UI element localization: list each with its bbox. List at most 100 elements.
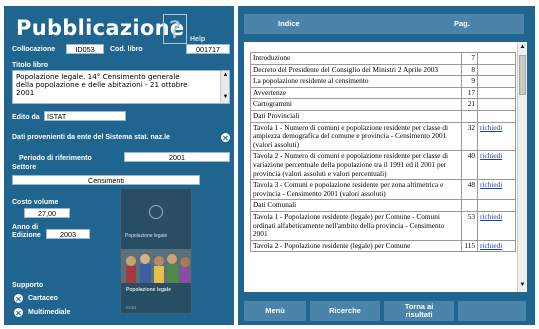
richiedi-link [477,52,516,65]
cover-footer: ISTAT [126,305,137,310]
row-title: La popolazione residente al censimento [249,75,463,88]
index-panel: Indice Pag. Introduzione 7 Decreto del Pre… [238,6,535,325]
page-title: Pubblicazione [16,16,185,40]
titolo-line: della popolazione e delle abitazioni - 2… [16,80,188,90]
richiedi-link[interactable]: richiedi [477,239,516,253]
index-scrollbar[interactable]: ▲ ▼ [517,42,527,292]
row-title: Avvertenze [249,86,463,100]
richiedi-link[interactable]: richiedi [477,179,516,201]
titolo-label: Titolo libro [12,62,49,69]
torna-risultati-button[interactable]: Torna ai risultati [384,301,454,321]
cartaceo-label: Cartaceo [28,295,58,302]
row-title: Tavola 1 - Popolazione residente (legale… [249,210,463,241]
richiedi-link[interactable]: richiedi [477,150,516,181]
row-page: 7 [461,52,479,65]
scroll-down-icon[interactable]: ▼ [222,94,229,101]
collocazione-label: Collocazione [12,46,56,53]
istat-emblem-icon [149,205,163,219]
multimediale-label: Multimediale [28,309,71,316]
row-page: 32 [461,121,479,152]
table-row: Tavola 1 - Popolazione residente (legale… [249,210,516,241]
indice-header: Indice [278,19,300,28]
table-row: Cartogrammi 21 [249,98,516,111]
titolo-textarea[interactable]: Popolazione legale. 14° Censimento gener… [12,70,230,104]
cod-libro-field: 001717 [186,44,230,54]
cod-libro-label: Cod. libro [110,46,143,53]
row-page: 53 [461,210,479,241]
settore-label: Settore [12,164,37,171]
cartaceo-checkbox[interactable] [14,294,23,303]
richiedi-link[interactable]: richiedi [477,210,516,241]
titolo-scrollbar[interactable]: ▲ ▼ [220,71,229,103]
table-row: Dati Comunali [249,199,516,212]
anno-label-line2: Edizione [12,232,41,239]
table-row: Tavola 1 - Numero di comuni e popolazion… [249,121,516,152]
sistan-label: Dati provenienti da ente del Sistema sta… [12,134,170,141]
row-title: Tavola 3 - Comuni e popolazione resident… [249,179,463,201]
row-title: Introduzione [249,52,463,65]
app-window: Pubblicazione ? Help Collocazione ID053 … [0,0,539,329]
table-row: Tavola 2 - Popolazione residente (legale… [249,239,516,253]
menu-button[interactable]: Menù [244,301,306,321]
table-row: Dati Provinciali [249,109,516,123]
cover-subtitle: Popolazione legale [126,287,172,293]
costo-field: 27,00 [24,208,70,218]
titolo-line: 2001 [16,88,35,98]
row-page: 40 [461,150,479,181]
index-table: Introduzione 7 Decreto del Presidente del … [249,52,516,253]
anno-label-line1: Anno di [12,224,39,231]
collocazione-field: ID053 [66,44,104,54]
pag-header: Pag. [454,19,470,28]
row-title: Tavola 2 - Numero di comuni e popolazion… [249,150,463,181]
row-page: 21 [461,98,479,111]
bottom-nav: Menù Ricerche Torna ai risultati [238,297,535,325]
publication-detail-panel: Pubblicazione ? Help Collocazione ID053 … [4,6,234,325]
richiedi-link [477,75,516,88]
torna-label-line2: risultati [405,310,433,319]
row-page: 48 [461,179,479,201]
index-header-bar: Indice Pag. [244,14,524,34]
row-title: Decreto del Presidente del Consiglio dei… [249,63,463,77]
table-row: Decreto del Presidente del Consiglio dei… [249,63,516,77]
table-row: Tavola 2 - Numero di comuni e popolazion… [249,150,516,181]
row-page [461,199,479,212]
richiedi-link [477,63,516,77]
index-table-container[interactable]: Introduzione 7 Decreto del Presidente del … [244,42,527,292]
row-page: 9 [461,75,479,88]
row-title: Tavola 2 - Popolazione residente (legale… [249,239,463,253]
row-page: 115 [461,239,479,253]
row-title: Tavola 1 - Numero di comuni e popolazion… [249,121,463,152]
scroll-up-icon[interactable]: ▲ [519,44,526,51]
empty-nav-slot [458,301,526,321]
row-page: 8 [461,63,479,77]
book-cover-image: Popolazione legale Popolazione legale IS… [120,188,192,314]
scroll-up-icon[interactable]: ▲ [222,72,229,79]
richiedi-link [477,98,516,111]
scroll-down-icon[interactable]: ▼ [519,282,526,289]
row-page [461,109,479,123]
richiedi-link [477,109,516,123]
cover-photo [121,249,191,283]
table-row: Avvertenze 17 [249,86,516,100]
row-title: Cartogrammi [249,98,463,111]
richiedi-link [477,86,516,100]
costo-label: Costo volume [12,199,59,206]
row-title: Dati Provinciali [249,109,463,123]
settore-field: Censimenti [12,175,200,185]
edito-field: ISTAT [44,111,126,121]
ricerche-button[interactable]: Ricerche [310,301,380,321]
table-row: Tavola 3 - Comuni e popolazione resident… [249,179,516,201]
table-row: La popolazione residente al censimento 9 [249,75,516,88]
help-icon[interactable]: ? [163,14,187,44]
sistan-checkbox[interactable] [221,133,230,142]
scrollbar-thumb[interactable] [519,55,526,95]
anno-field: 2003 [46,229,90,239]
richiedi-link[interactable]: richiedi [477,121,516,152]
multimediale-checkbox[interactable] [14,308,23,317]
edito-label: Edito da [12,114,40,121]
row-page: 17 [461,86,479,100]
periodo-label: Periodo di riferimento [19,155,92,162]
svg-text:?: ? [169,16,182,44]
row-title: Dati Comunali [249,199,463,212]
cover-title: Popolazione legale [125,233,168,239]
